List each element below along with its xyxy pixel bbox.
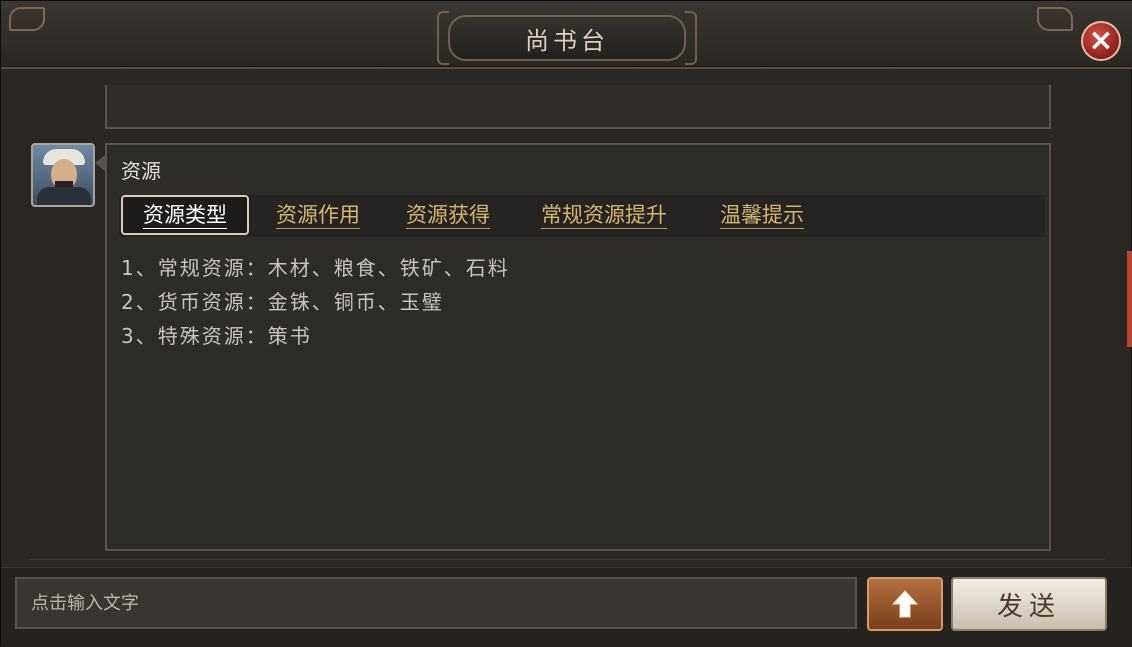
corner-ornament-right [1037,7,1073,31]
tab-label: 温馨提示 [720,202,804,229]
message-bubble: 资源 资源类型 资源作用 资源获得 常规资源提升 温馨提示 1、常规资源：木材、… [105,143,1051,551]
background-edge [1127,251,1132,347]
bubble-tail [95,155,105,171]
tab-label: 资源作用 [276,202,360,229]
scroll-up-button[interactable] [867,577,943,631]
previous-message-panel [105,85,1051,129]
up-arrow-icon [891,590,919,618]
avatar-body [37,187,91,205]
tab-label: 资源类型 [143,202,227,229]
tab-resource-upgrade[interactable]: 常规资源提升 [519,195,689,235]
close-button[interactable]: × [1081,21,1121,61]
game-dialog-window: 尚书台 × 资源 资源类型 资源作用 资源获得 常规资源提升 温馨提示 1、常规… [0,0,1132,647]
tab-resource-uses[interactable]: 资源作用 [259,195,377,235]
content-line: 2、货币资源：金铢、铜币、玉璧 [121,290,444,314]
message-content: 1、常规资源：木材、粮食、铁矿、石料 2、货币资源：金铢、铜币、玉璧 3、特殊资… [121,251,510,353]
tab-resource-types[interactable]: 资源类型 [121,195,249,235]
tab-label: 资源获得 [406,202,490,229]
title-wing-right [685,11,697,65]
close-icon: × [1088,23,1114,58]
content-line: 3、特殊资源：策书 [121,324,312,348]
topic-tab-strip: 资源类型 资源作用 资源获得 常规资源提升 温馨提示 [119,195,1045,237]
tab-tips[interactable]: 温馨提示 [703,195,821,235]
divider [29,559,1105,560]
npc-avatar [31,143,95,207]
message-heading: 资源 [121,159,161,183]
tab-resource-acquisition[interactable]: 资源获得 [389,195,507,235]
tab-label: 常规资源提升 [541,202,667,229]
window-title: 尚书台 [448,15,686,61]
send-button[interactable]: 发送 [951,577,1107,631]
content-line: 1、常规资源：木材、粮食、铁矿、石料 [121,256,510,280]
corner-ornament-left [9,7,45,31]
chat-text-input[interactable] [15,577,857,629]
